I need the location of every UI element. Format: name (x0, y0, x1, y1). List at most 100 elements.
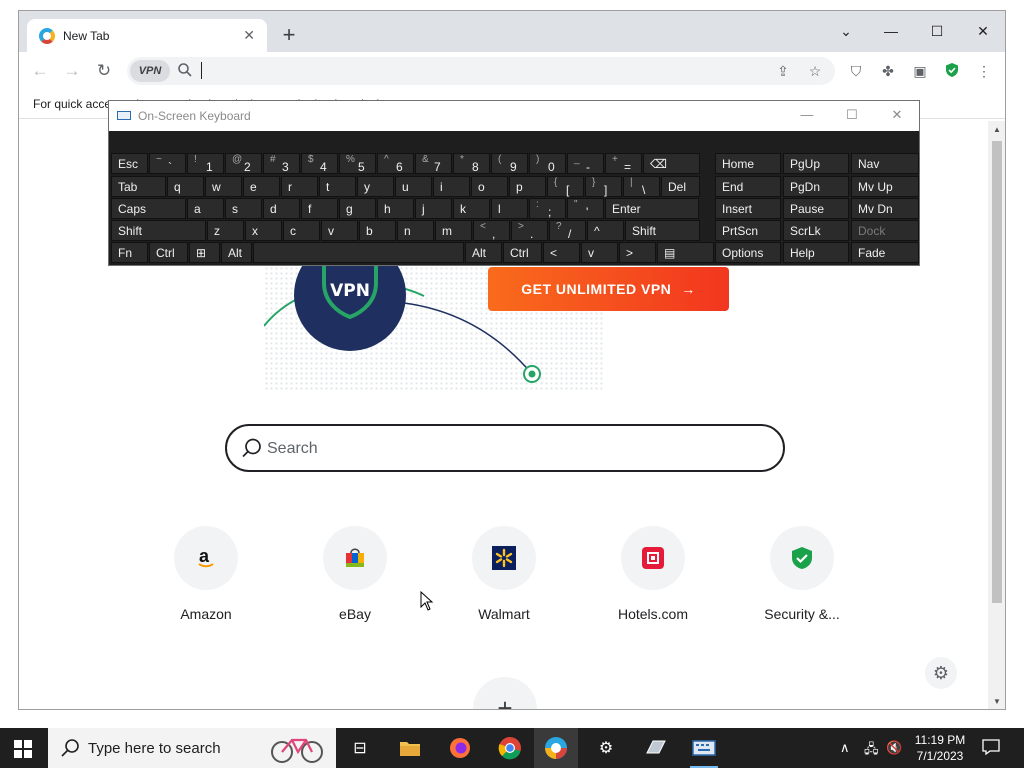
osk-key[interactable]: p (509, 176, 546, 197)
security-extension-icon[interactable] (943, 62, 961, 80)
notification-center-icon[interactable] (982, 738, 1000, 756)
osk-key[interactable]: }] (585, 176, 622, 197)
settings-gear-icon[interactable]: ⚙ (592, 734, 620, 762)
osk-key[interactable]: > (619, 242, 656, 263)
osk-key[interactable]: ? / (549, 220, 586, 241)
app-cube-icon[interactable] (642, 734, 670, 762)
osk-nav-key[interactable]: PgUp (783, 153, 849, 174)
osk-key[interactable]: m (435, 220, 472, 241)
osk-key[interactable]: Del (661, 176, 700, 197)
scroll-thumb[interactable] (992, 141, 1002, 603)
osk-key[interactable]: $4 (301, 153, 338, 174)
osk-key[interactable]: Fn (111, 242, 148, 263)
customize-settings-gear-icon[interactable]: ⚙ (925, 657, 957, 689)
osk-key[interactable]: g (339, 198, 376, 219)
osk-key[interactable]: >. (511, 220, 548, 241)
volume-muted-icon[interactable]: 🔇 (886, 740, 902, 756)
osk-key[interactable]: Tab (111, 176, 166, 197)
osk-key[interactable]: | \ (623, 176, 660, 197)
add-shortcut-button[interactable]: + (473, 677, 537, 709)
on-screen-keyboard-taskbar-icon[interactable] (690, 734, 718, 762)
osk-key[interactable]: ⌫ (643, 153, 700, 174)
osk-key[interactable]: :; (529, 198, 566, 219)
osk-key[interactable]: % 5 (339, 153, 376, 174)
osk-key[interactable]: a (187, 198, 224, 219)
osk-key[interactable]: & 7 (415, 153, 452, 174)
reload-button[interactable]: ↻ (91, 58, 117, 84)
side-panel-icon[interactable]: ▣ (911, 62, 929, 80)
osk-key[interactable]: i (433, 176, 470, 197)
close-window-button[interactable]: ✕ (971, 19, 995, 43)
osk-key[interactable]: v (581, 242, 618, 263)
osk-key[interactable]: t (319, 176, 356, 197)
vpn-badge[interactable]: VPN (130, 60, 170, 82)
maximize-button[interactable]: ☐ (925, 19, 949, 43)
osk-nav-key[interactable]: Nav (851, 153, 919, 174)
osk-key[interactable]: n (397, 220, 434, 241)
bookmark-star-icon[interactable]: ☆ (805, 61, 825, 81)
osk-key[interactable]: ▤ (657, 242, 714, 263)
osk-key[interactable]: c (283, 220, 320, 241)
osk-key[interactable]: (9 (491, 153, 528, 174)
osk-key[interactable]: Enter (605, 198, 699, 219)
system-clock[interactable]: 11:19 PM 7/1/2023 (908, 732, 972, 764)
osk-nav-key[interactable]: Mv Up (851, 176, 919, 197)
osk-key[interactable]: _ - (567, 153, 604, 174)
extension-shield-icon[interactable]: ⛉ (847, 62, 865, 80)
task-view-icon[interactable]: ⊟ (346, 734, 374, 762)
scroll-down-arrow-icon[interactable]: ▼ (992, 697, 1002, 706)
osk-key[interactable]: k (453, 198, 490, 219)
osk-close-button[interactable]: ✕ (887, 107, 907, 125)
shortcut-hotels[interactable]: Hotels.com (593, 526, 713, 622)
osk-nav-key[interactable]: Fade (851, 242, 919, 263)
osk-key[interactable]: * 8 (453, 153, 490, 174)
extensions-puzzle-icon[interactable]: ✤ (879, 62, 897, 80)
osk-key[interactable]: o (471, 176, 508, 197)
osk-key[interactable]: y (357, 176, 394, 197)
tab-new-tab[interactable]: New Tab ✕ (27, 19, 267, 52)
osk-key[interactable]: + = (605, 153, 642, 174)
close-tab-icon[interactable]: ✕ (243, 27, 255, 44)
osk-key[interactable]: d (263, 198, 300, 219)
osk-nav-key[interactable]: PrtScn (715, 220, 781, 241)
address-bar[interactable]: VPN ⇪ ☆ (127, 57, 835, 85)
firefox-icon[interactable] (446, 734, 474, 762)
osk-nav-key[interactable]: Insert (715, 198, 781, 219)
shortcut-security[interactable]: Security &... (742, 526, 862, 622)
osk-key[interactable] (253, 242, 464, 263)
chrome-icon[interactable] (496, 734, 524, 762)
osk-titlebar[interactable]: On-Screen Keyboard — ☐ ✕ (109, 101, 919, 131)
minimize-button[interactable]: — (879, 19, 903, 43)
osk-key[interactable]: j (415, 198, 452, 219)
file-explorer-icon[interactable] (396, 734, 424, 762)
forward-button[interactable]: → (59, 58, 85, 84)
osk-key[interactable]: Esc (111, 153, 148, 174)
osk-key[interactable]: ^ (587, 220, 624, 241)
osk-key[interactable]: <, (473, 220, 510, 241)
osk-key[interactable]: Ctrl (149, 242, 188, 263)
osk-nav-key[interactable]: Pause (783, 198, 849, 219)
osk-maximize-button[interactable]: ☐ (842, 107, 862, 125)
osk-key[interactable]: Shift (625, 220, 700, 241)
shortcut-walmart[interactable]: Walmart (444, 526, 564, 622)
osk-nav-key[interactable]: PgDn (783, 176, 849, 197)
osk-key[interactable]: {[ (547, 176, 584, 197)
osk-key[interactable]: h (377, 198, 414, 219)
shortcut-ebay[interactable]: eBay (295, 526, 415, 622)
scroll-up-arrow-icon[interactable]: ▲ (992, 125, 1002, 134)
osk-nav-key[interactable]: Home (715, 153, 781, 174)
osk-key[interactable]: z (207, 220, 244, 241)
new-tab-button[interactable]: + (277, 23, 301, 47)
osk-key[interactable]: #3 (263, 153, 300, 174)
network-icon[interactable]: 🖧 (864, 740, 879, 762)
share-icon[interactable]: ⇪ (773, 61, 793, 81)
osk-nav-key[interactable]: Dock (851, 220, 919, 241)
osk-key[interactable]: e (243, 176, 280, 197)
osk-key[interactable]: ~ ` (149, 153, 186, 174)
osk-key[interactable]: v (321, 220, 358, 241)
osk-key[interactable]: ^ 6 (377, 153, 414, 174)
osk-key[interactable]: q (167, 176, 204, 197)
browser-menu-icon[interactable]: ⋮ (975, 62, 993, 80)
osk-key[interactable]: " ' (567, 198, 604, 219)
osk-key[interactable]: ) 0 (529, 153, 566, 174)
